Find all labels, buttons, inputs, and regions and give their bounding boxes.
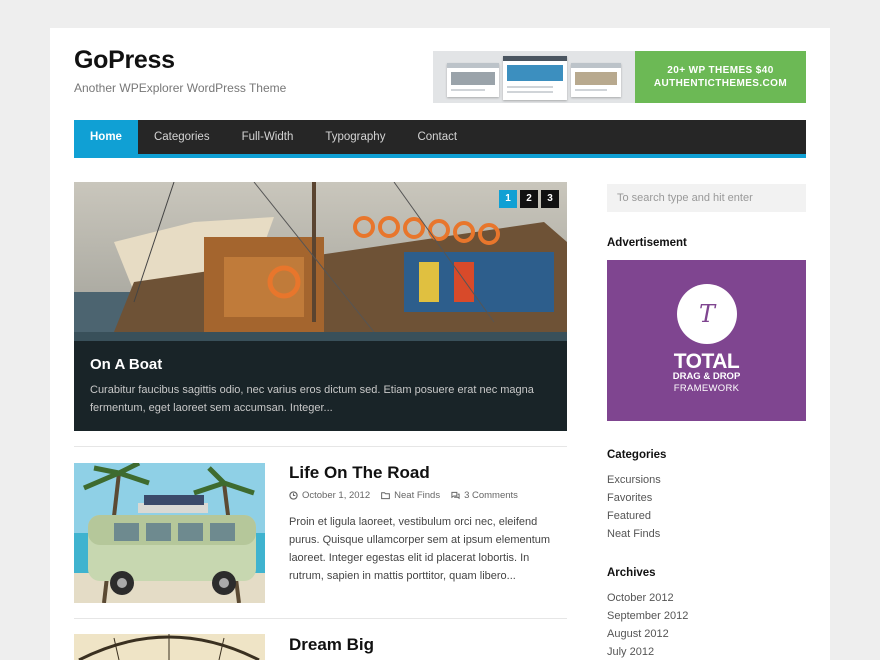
nav-item-categories[interactable]: Categories [138,120,226,154]
post-excerpt: Proin et ligula laoreet, vestibulum orci… [289,513,559,585]
post-meta: October 1, 2012 Neat Finds 3 Comments [289,490,518,501]
post-excerpt-line: purus. Quisque ullamcorper sem at ipsum … [289,534,551,546]
post-comments-text: 3 Comments [464,490,518,501]
ad-subtitle: DRAG & DROP [672,371,741,382]
banner-line-2: AUTHENTICTHEMES.COM [653,78,788,89]
main-navigation: Home Categories Full-Width Typography Co… [74,120,806,158]
page: GoPress Another WPExplorer WordPress The… [50,28,830,660]
archives-list: October 2012 September 2012 August 2012 … [607,589,688,660]
slider-pagination: 1 2 3 [499,190,559,208]
slide-excerpt: Curabitur faucibus sagittis odio, nec va… [90,381,551,417]
header-banner-ad[interactable]: 20+ WP THEMES $40 AUTHENTICTHEMES.COM [433,51,806,103]
nav-item-full-width[interactable]: Full-Width [226,120,310,154]
sidebar-ad[interactable]: T TOTAL DRAG & DROP FRAMEWORK [607,260,806,421]
post-comments[interactable]: 3 Comments [451,490,518,501]
comments-icon [451,491,460,500]
slider-page-3[interactable]: 3 [541,190,559,208]
post-date-text: October 1, 2012 [302,490,371,501]
search-input[interactable] [607,184,806,212]
total-logo-icon: T [677,284,737,344]
divider [74,446,567,447]
archive-link[interactable]: September 2012 [607,607,688,625]
post-date: October 1, 2012 [289,490,370,501]
theme-screenshots-image [433,51,635,103]
archive-link[interactable]: August 2012 [607,625,688,643]
slide-excerpt-line: fermentum, eget laoreet sem accumsan. In… [90,402,333,414]
slider-page-2[interactable]: 2 [520,190,538,208]
site-description: Another WPExplorer WordPress Theme [74,81,287,95]
post-title[interactable]: Life On The Road [289,463,430,483]
post-excerpt-line: rutrum, sapien in mattis porttitor, quam… [289,570,516,582]
slide-caption: On A Boat Curabitur faucibus sagittis od… [74,341,567,431]
post-category-text: Neat Finds [394,490,441,501]
banner-cta[interactable]: 20+ WP THEMES $40 AUTHENTICTHEMES.COM [635,51,806,103]
nav-item-typography[interactable]: Typography [309,120,401,154]
post-excerpt-line: laoreet. Integer egestas elit id placera… [289,552,530,564]
category-link[interactable]: Excursions [607,471,661,489]
featured-slider[interactable]: 1 2 3 On A Boat Curabitur faucibus sagit… [74,182,567,431]
ferris-wheel-photo [74,634,265,660]
post-thumbnail[interactable] [74,634,265,660]
category-link[interactable]: Favorites [607,489,661,507]
archive-link[interactable]: October 2012 [607,589,688,607]
post-excerpt-line: Proin et ligula laoreet, vestibulum orci… [289,516,538,528]
archives-heading: Archives [607,567,656,579]
post-title[interactable]: Dream Big [289,635,374,655]
slider-page-1[interactable]: 1 [499,190,517,208]
divider [74,618,567,619]
post-category[interactable]: Neat Finds [381,490,440,501]
categories-heading: Categories [607,449,667,461]
folder-icon [381,492,391,500]
nav-item-home[interactable]: Home [74,120,138,154]
nav-item-contact[interactable]: Contact [401,120,473,154]
van-photo [74,463,265,603]
slide-title[interactable]: On A Boat [90,356,551,373]
advertisement-heading: Advertisement [607,237,687,249]
category-link[interactable]: Neat Finds [607,525,661,543]
clock-icon [289,491,298,500]
categories-list: Excursions Favorites Featured Neat Finds [607,471,661,543]
archive-link[interactable]: July 2012 [607,643,688,660]
ad-subtitle-2: FRAMEWORK [673,383,740,394]
site-title[interactable]: GoPress [74,46,175,75]
slide-excerpt-line: Curabitur faucibus sagittis odio, nec va… [90,384,534,396]
banner-line-1: 20+ WP THEMES $40 [667,65,774,76]
post-thumbnail[interactable] [74,463,265,603]
category-link[interactable]: Featured [607,507,661,525]
